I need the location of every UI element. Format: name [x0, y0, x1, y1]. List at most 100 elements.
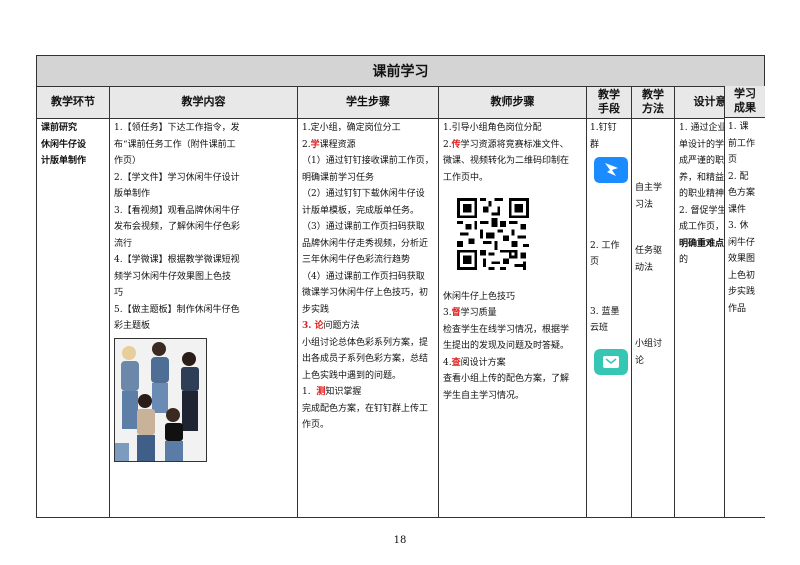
- teacher-keyword: 传: [451, 139, 461, 150]
- means-cell: 1.钉钉 群 2. 工作 页 3. 蓝墨 云班: [587, 119, 632, 517]
- teacher-step-num: 2.: [443, 139, 452, 150]
- outcome-line: 色方案: [728, 188, 756, 198]
- student-step-text: 课程资源: [319, 139, 356, 150]
- teacher-line: 微课、视频转化为二维码印制在: [443, 156, 570, 166]
- student-step-num: 1.: [302, 387, 317, 397]
- content-cell: 1.【领任务】下达工作指令，发 布“课前任务工作（附件课前工 作页） 2.【学文…: [110, 119, 298, 517]
- header-method-line2: 方法: [642, 102, 664, 115]
- teacher-cell: 1.引导小组角色岗位分配 2.传学习资源将竞赛标准文件、 微课、视频转化为二维码…: [439, 119, 587, 517]
- stage-line: 休闲牛仔设: [41, 139, 87, 150]
- teacher-line: 2.传学习资源将竞赛标准文件、: [443, 137, 582, 154]
- outcome-line: 前工作: [728, 138, 756, 149]
- header-method-line1: 教学: [642, 88, 664, 101]
- means-line: 3. 蓝墨: [590, 306, 620, 317]
- student-line: 步实践: [302, 304, 330, 315]
- header-outcome-line2: 成果: [734, 101, 756, 114]
- content-line: 巧: [114, 288, 124, 298]
- teacher-line: 1.引导小组角色岗位分配: [443, 123, 542, 133]
- teacher-line: 休闲牛仔上色技巧: [443, 291, 516, 302]
- content-line: 5.【做主题板】制作休闲牛仔色: [114, 304, 240, 315]
- outcome-line: 2. 配: [728, 171, 749, 182]
- student-line: 小组讨论总体色彩系列方案，提: [302, 337, 429, 348]
- means-line: 1.钉钉: [590, 123, 617, 133]
- content-line: 发布会视频，了解休闲牛仔色彩: [114, 222, 241, 232]
- outcome-line: 效果图: [728, 254, 756, 264]
- denim-mood-board-image: [114, 337, 207, 462]
- means-line: 页: [590, 257, 600, 267]
- student-step-text: 问题方法: [323, 321, 360, 331]
- teacher-keyword: 督: [451, 308, 461, 318]
- teacher-line: 检查学生在线学习情况，根据学: [443, 324, 570, 335]
- stage-line: 课前研究: [41, 123, 78, 133]
- method-line: 动法: [635, 262, 654, 273]
- header-outcome: 学习 成果: [724, 86, 765, 118]
- student-line: 明确课前学习任务: [302, 172, 375, 183]
- stage-cell: 课前研究 休闲牛仔设 计版单制作: [37, 119, 110, 517]
- content-line: 流行: [114, 238, 133, 249]
- student-line: 1. 测知识掌握: [302, 384, 434, 401]
- outcome-line: 课件: [728, 204, 747, 215]
- method-cell: 自主学 习法 任务驱 动法 小组讨 论: [632, 119, 675, 517]
- student-line: （3）通过课前工作页扫码获取: [302, 222, 425, 232]
- header-means: 教学 手段: [587, 87, 632, 119]
- student-line: （1）通过钉钉接收课前工作页，: [302, 156, 434, 166]
- student-line: 完成配色方案，在钉钉群上传工: [302, 403, 429, 414]
- method-spacer: [635, 213, 671, 243]
- header-outcome-line1: 学习: [734, 87, 756, 100]
- teacher-line: 生提出的发现及问题及时答疑。: [443, 341, 570, 351]
- student-line: （4）通过课前工作页扫码获取: [302, 271, 425, 282]
- denim-models-illustration: [115, 338, 206, 461]
- table-title: 课前学习: [37, 56, 764, 87]
- content-line: 频学习休闲牛仔效果图上色技: [114, 271, 232, 282]
- outcome-line: 作品: [728, 303, 747, 314]
- means-line: 群: [590, 139, 600, 150]
- student-line: 上色实践中遇到的问题。: [302, 370, 402, 381]
- student-line: 1.定小组，确定岗位分工: [302, 123, 401, 133]
- stage-line: 计版单制作: [41, 156, 87, 166]
- outcome-line: 闲牛仔: [728, 237, 756, 248]
- content-line: 布“课前任务工作（附件课前工: [114, 139, 236, 150]
- outcome-line: 步实践: [728, 287, 756, 297]
- header-stage: 教学环节: [37, 87, 110, 119]
- header-content: 教学内容: [110, 87, 298, 119]
- student-step-num: 2.: [302, 139, 311, 150]
- student-line: （2）通过钉钉下载休闲牛仔设: [302, 189, 425, 199]
- outcome-line: 上色初: [728, 270, 756, 281]
- student-line: 计版单模板，完成版单任务。: [302, 205, 420, 216]
- header-means-line2: 手段: [598, 102, 620, 115]
- outcome-cell: 1. 课 前工作 页 2. 配 色方案 课件 3. 休 闲牛仔 效果图 上色初 …: [724, 118, 765, 517]
- outcome-line: 页: [728, 155, 738, 165]
- mosoteach-icon[interactable]: [594, 348, 628, 375]
- content-line: 4.【学微课】根据教学微课短视: [114, 255, 240, 265]
- student-keyword: 3. 论: [302, 321, 324, 331]
- student-line: 三年休闲牛仔色彩流行趋势: [302, 255, 411, 265]
- student-keyword: 测: [316, 387, 326, 397]
- content-line: 2.【学文件】学习休闲牛仔设计: [114, 172, 240, 183]
- header-method: 教学 方法: [632, 87, 675, 119]
- student-keyword: 学: [310, 139, 320, 150]
- teacher-step-text: 阅设计方案: [460, 357, 506, 368]
- student-line: 2.学课程资源: [302, 137, 434, 154]
- method-line: 习法: [635, 199, 654, 210]
- lesson-table: 课前学习 教学环节 教学内容 学生步骤 教师步骤 教学 手段 教学 方法 设计意…: [36, 55, 765, 518]
- means-line: 云班: [590, 323, 609, 333]
- outcome-line: 1. 课: [728, 122, 749, 132]
- teacher-step-num: 3.: [443, 308, 452, 318]
- teacher-step-text: 学习资源将竞赛标准文件、: [460, 139, 569, 150]
- means-spacer: [590, 271, 628, 304]
- teacher-keyword: 查: [451, 357, 461, 368]
- teacher-step-text: 学习质量: [460, 308, 497, 318]
- content-line: 1.【领任务】下达工作指令，发: [114, 123, 240, 133]
- method-line: 任务驱: [635, 246, 663, 256]
- teacher-line: 查看小组上传的配色方案，了解: [443, 374, 570, 384]
- method-line: 小组讨: [635, 339, 663, 349]
- qr-code[interactable]: [457, 198, 529, 270]
- student-cell: 1.定小组，确定岗位分工 2.学课程资源 （1）通过钉钉接收课前工作页， 明确课…: [298, 119, 439, 517]
- teacher-line: 3.督学习质量: [443, 305, 582, 322]
- teacher-line: 学生自主学习情况。: [443, 390, 525, 401]
- means-line: 2. 工作: [590, 240, 620, 251]
- outcome-line: 3. 休: [728, 221, 749, 231]
- dingtalk-icon[interactable]: [594, 157, 628, 183]
- header-student: 学生步骤: [298, 87, 439, 119]
- student-line: 作页。: [302, 420, 330, 430]
